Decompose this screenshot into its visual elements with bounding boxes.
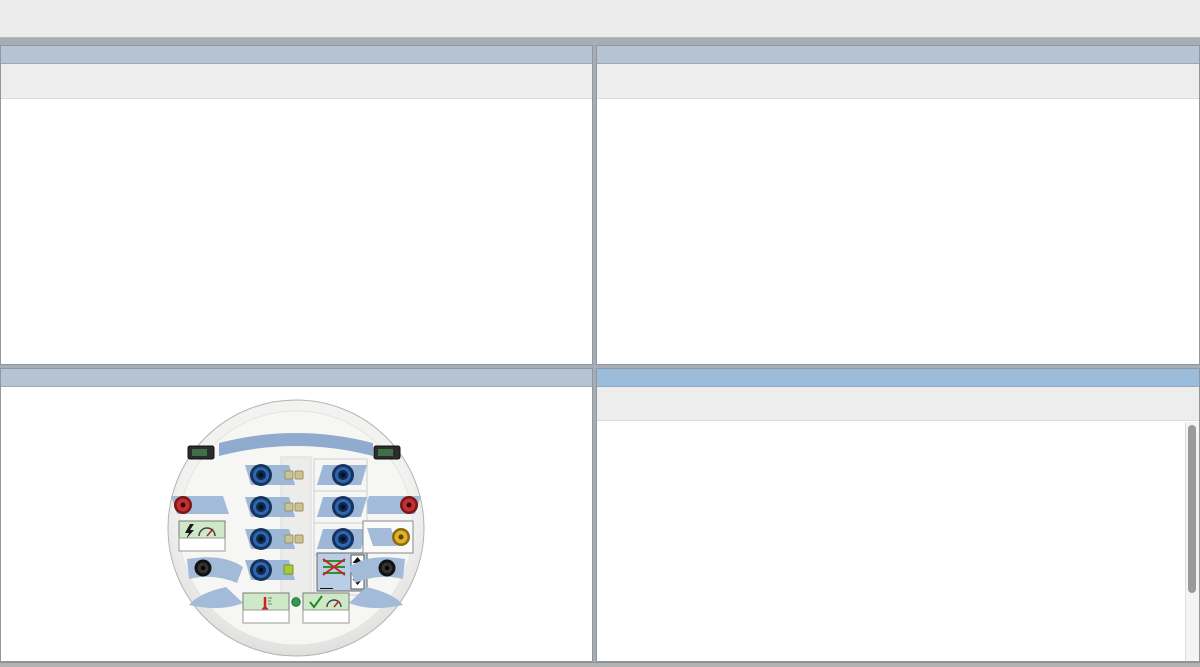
- results-editor[interactable]: [597, 421, 1199, 662]
- panel-coachlab: [0, 368, 593, 662]
- panel-temperature: [0, 45, 593, 365]
- plus5v-left-jack[interactable]: [174, 496, 192, 514]
- coachlab-content: [1, 387, 592, 661]
- ground-right-jack[interactable]: [379, 560, 396, 577]
- temperature-graph[interactable]: [1, 99, 592, 364]
- panel-close-button[interactable]: [571, 370, 588, 385]
- panel-close-button[interactable]: [1178, 47, 1195, 62]
- panel-maximize-button[interactable]: [552, 370, 569, 385]
- jack-row-a[interactable]: [245, 559, 295, 581]
- panel-settings-button[interactable]: [533, 47, 550, 62]
- panel-coachlab-header[interactable]: [1, 369, 592, 387]
- coachlab-device-image[interactable]: [131, 397, 461, 659]
- panel-maximize-button[interactable]: [1159, 370, 1176, 385]
- voltage-display[interactable]: [303, 593, 349, 623]
- temperature-graph-toolbar: [1, 64, 592, 99]
- power-graph[interactable]: [597, 99, 1199, 364]
- panel-power-header[interactable]: [597, 46, 1199, 64]
- panel-power: [596, 45, 1200, 365]
- output-4-jack[interactable]: [392, 528, 410, 546]
- power-graph-toolbar: [597, 64, 1199, 99]
- panel-results: [596, 368, 1200, 662]
- plus5v-right-jack[interactable]: [400, 496, 418, 514]
- main-toolbar: [0, 0, 1200, 38]
- panel-results-header[interactable]: [597, 369, 1199, 387]
- panel-maximize-button[interactable]: [552, 47, 569, 62]
- power-led: [292, 598, 300, 606]
- results-toolbar: [597, 387, 1199, 421]
- connector-5[interactable]: [188, 446, 214, 459]
- panel-maximize-button[interactable]: [1159, 47, 1176, 62]
- panel-settings-button[interactable]: [1140, 370, 1157, 385]
- results-scrollbar[interactable]: [1185, 422, 1199, 661]
- panel-close-button[interactable]: [1178, 370, 1195, 385]
- window-bottom-edge: [0, 662, 1200, 667]
- temperature-plot: [1, 99, 592, 364]
- panel-temperature-header[interactable]: [1, 46, 592, 64]
- power-plot: [597, 99, 1199, 364]
- temperature-display[interactable]: [243, 593, 289, 623]
- current-display[interactable]: [179, 521, 225, 551]
- output-4-block[interactable]: [363, 521, 413, 553]
- connector-6[interactable]: [374, 446, 400, 459]
- panel-close-button[interactable]: [571, 47, 588, 62]
- ground-left-jack[interactable]: [195, 560, 212, 577]
- panel-settings-button[interactable]: [1140, 47, 1157, 62]
- results-scrollbar-thumb[interactable]: [1188, 425, 1196, 593]
- panel-settings-button[interactable]: [533, 370, 550, 385]
